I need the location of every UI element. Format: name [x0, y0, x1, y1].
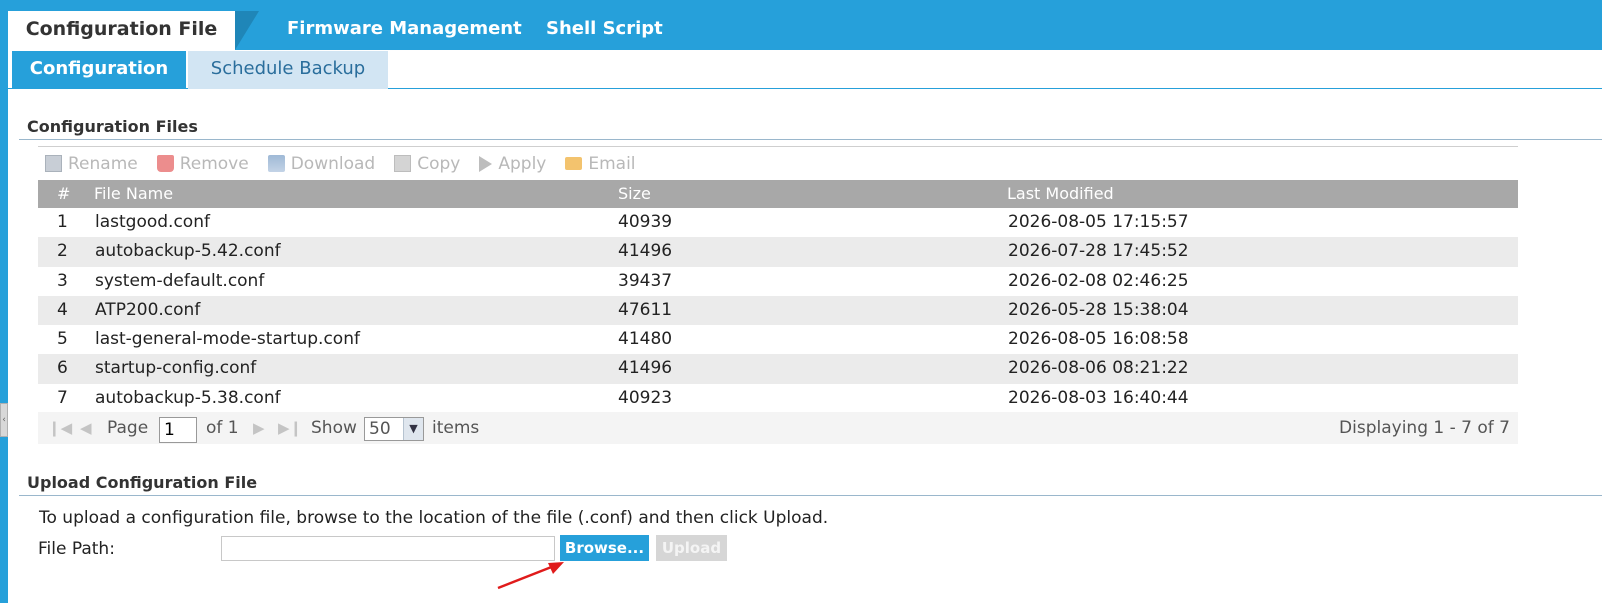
configuration-files-grid: Rename Remove Download Copy Apply Email …: [38, 146, 1518, 444]
row-last-modified: 2026-08-03 16:40:44: [1008, 387, 1189, 408]
table-row[interactable]: 4 ATP200.conf 47611 2026-05-28 15:38:04: [38, 295, 1518, 326]
row-size: 41496: [618, 358, 673, 379]
grid-toolbar: Rename Remove Download Copy Apply Email: [38, 147, 1518, 180]
rename-icon: [45, 155, 62, 172]
subtab-schedule-backup[interactable]: Schedule Backup: [188, 51, 388, 89]
collapse-panel-handle[interactable]: ‹: [0, 403, 8, 437]
upload-instruction: To upload a configuration file, browse t…: [39, 508, 829, 528]
browse-button[interactable]: Browse...: [560, 535, 649, 561]
play-icon: [479, 155, 493, 172]
configuration-files-title: Configuration Files: [27, 117, 198, 136]
page-of-label: of 1: [206, 418, 239, 438]
page-size-value: 50: [369, 419, 391, 439]
previous-page-icon[interactable]: ◀: [80, 412, 92, 444]
last-page-icon[interactable]: ▶❙: [278, 412, 302, 444]
row-number: 7: [57, 387, 68, 408]
tab-firmware-management[interactable]: Firmware Management: [287, 0, 522, 50]
row-number: 1: [57, 212, 68, 232]
table-row[interactable]: 6 startup-config.conf 41496 2026-08-06 0…: [38, 354, 1518, 384]
row-last-modified: 2026-08-05 17:15:57: [1008, 212, 1189, 232]
items-label: items: [432, 418, 480, 438]
file-path-label: File Path:: [38, 539, 115, 559]
email-button[interactable]: Email: [565, 153, 636, 174]
row-number: 2: [57, 241, 68, 262]
page-label: Page: [107, 418, 149, 438]
left-panel-strip: [0, 0, 8, 603]
copy-icon: [394, 155, 412, 172]
sub-tab-bar: Configuration Schedule Backup: [8, 50, 1602, 89]
row-size: 41496: [618, 241, 673, 262]
row-last-modified: 2026-08-06 08:21:22: [1008, 358, 1189, 379]
rename-label: Rename: [68, 153, 138, 174]
row-size: 40923: [618, 387, 673, 408]
row-number: 6: [57, 358, 68, 379]
copy-button[interactable]: Copy: [394, 154, 460, 174]
row-last-modified: 2026-05-28 15:38:04: [1008, 299, 1189, 320]
rename-button[interactable]: Rename: [45, 154, 138, 174]
row-number: 5: [57, 329, 68, 350]
file-path-input[interactable]: [221, 536, 555, 561]
row-file-name: last-general-mode-startup.conf: [95, 329, 360, 350]
table-row[interactable]: 2 autobackup-5.42.conf 41496 2026-07-28 …: [38, 237, 1518, 267]
displaying-status: Displaying 1 - 7 of 7: [1339, 418, 1510, 438]
row-last-modified: 2026-07-28 17:45:52: [1008, 241, 1189, 262]
show-label: Show: [311, 418, 357, 438]
table-header: # File Name Size Last Modified: [38, 180, 1518, 208]
section-divider: [19, 495, 1602, 496]
row-file-name: startup-config.conf: [95, 358, 257, 379]
row-last-modified: 2026-08-05 16:08:58: [1008, 329, 1189, 350]
download-button[interactable]: Download: [267, 153, 376, 174]
row-size: 40939: [618, 212, 673, 232]
table-row[interactable]: 7 autobackup-5.38.conf 40923 2026-08-03 …: [38, 384, 1518, 413]
trash-icon: [156, 155, 174, 172]
tab-configuration-file[interactable]: Configuration File: [8, 11, 235, 50]
remove-button[interactable]: Remove: [156, 153, 249, 174]
row-last-modified: 2026-02-08 02:46:25: [1008, 270, 1189, 291]
section-divider: [19, 139, 1602, 140]
tab-shell-script[interactable]: Shell Script: [546, 0, 663, 50]
chevron-down-icon: ▼: [403, 418, 423, 440]
subtab-configuration[interactable]: Configuration: [12, 51, 186, 89]
page-size-select[interactable]: 50 ▼: [364, 417, 424, 441]
grid-pager: ❙◀ ◀ Page of 1 ▶ ▶❙ Show 50 ▼ items Disp…: [38, 412, 1518, 444]
row-file-name: lastgood.conf: [95, 212, 210, 232]
row-number: 4: [57, 299, 68, 320]
table-row[interactable]: 1 lastgood.conf 40939 2026-08-05 17:15:5…: [38, 208, 1518, 237]
next-page-icon[interactable]: ▶: [253, 412, 265, 444]
row-size: 41480: [618, 329, 673, 350]
apply-label: Apply: [498, 153, 547, 174]
first-page-icon[interactable]: ❙◀: [48, 412, 72, 444]
annotation-arrow-icon: [497, 562, 564, 590]
apply-button[interactable]: Apply: [479, 154, 546, 174]
copy-label: Copy: [417, 153, 461, 174]
download-label: Download: [290, 153, 376, 174]
table-row[interactable]: 3 system-default.conf 39437 2026-02-08 0…: [38, 267, 1518, 296]
email-label: Email: [588, 153, 636, 174]
column-header-file-name[interactable]: File Name: [94, 180, 173, 208]
upload-configuration-title: Upload Configuration File: [27, 473, 258, 492]
tab-notch-decoration: [235, 11, 259, 50]
table-row[interactable]: 5 last-general-mode-startup.conf 41480 2…: [38, 325, 1518, 354]
envelope-icon: [565, 157, 583, 170]
row-number: 3: [57, 270, 68, 291]
column-header-size[interactable]: Size: [618, 180, 651, 208]
table-body: 1 lastgood.conf 40939 2026-08-05 17:15:5…: [38, 208, 1518, 413]
upload-button[interactable]: Upload: [656, 535, 727, 561]
chevron-left-icon: ‹: [2, 415, 6, 425]
column-header-last-modified[interactable]: Last Modified: [1007, 180, 1114, 208]
row-file-name: autobackup-5.42.conf: [95, 241, 281, 262]
row-file-name: ATP200.conf: [95, 299, 201, 320]
download-icon: [267, 155, 285, 172]
row-size: 47611: [618, 299, 673, 320]
row-file-name: autobackup-5.38.conf: [95, 387, 281, 408]
row-size: 39437: [618, 270, 673, 291]
column-header-number[interactable]: #: [57, 180, 70, 208]
page-number-input[interactable]: [159, 417, 197, 443]
remove-label: Remove: [179, 153, 249, 174]
row-file-name: system-default.conf: [95, 270, 265, 291]
